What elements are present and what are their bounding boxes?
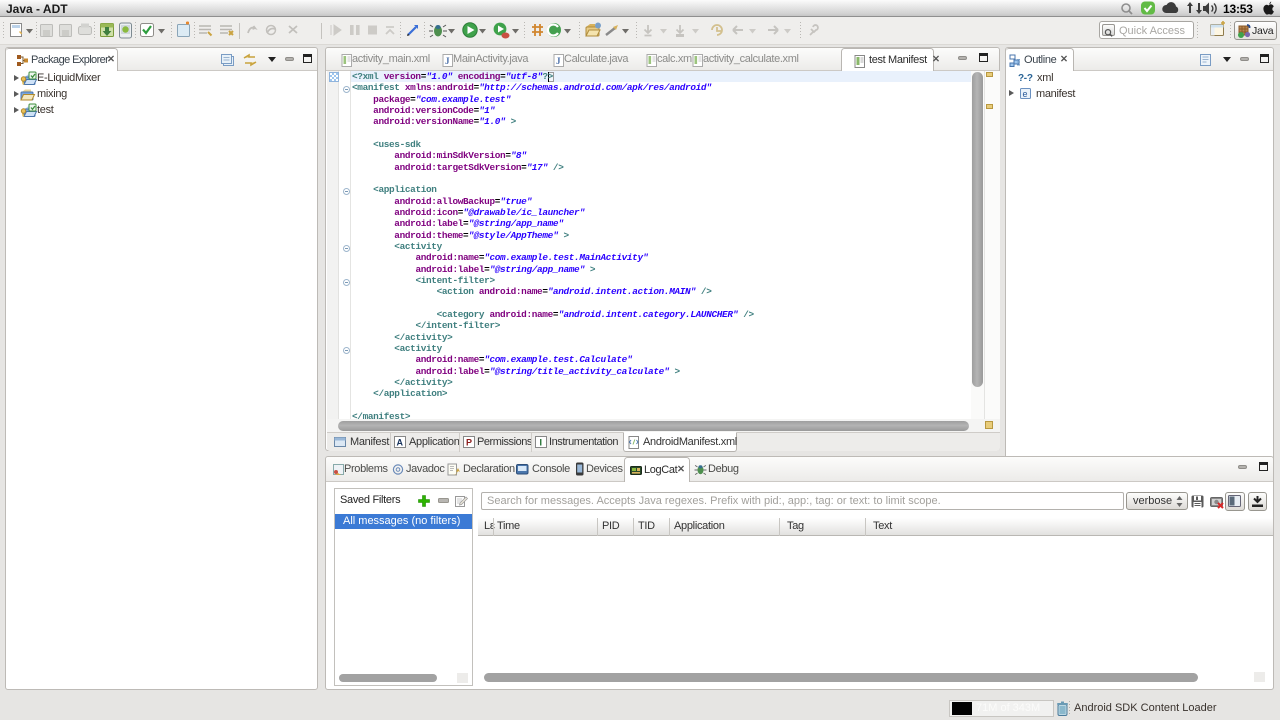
svg-text:J: J <box>445 56 450 66</box>
svg-text:I: I <box>540 438 543 448</box>
svg-text:J: J <box>556 56 561 66</box>
svg-text:A: A <box>397 438 404 448</box>
svg-text:e: e <box>1023 89 1028 99</box>
svg-text:P: P <box>466 438 472 448</box>
